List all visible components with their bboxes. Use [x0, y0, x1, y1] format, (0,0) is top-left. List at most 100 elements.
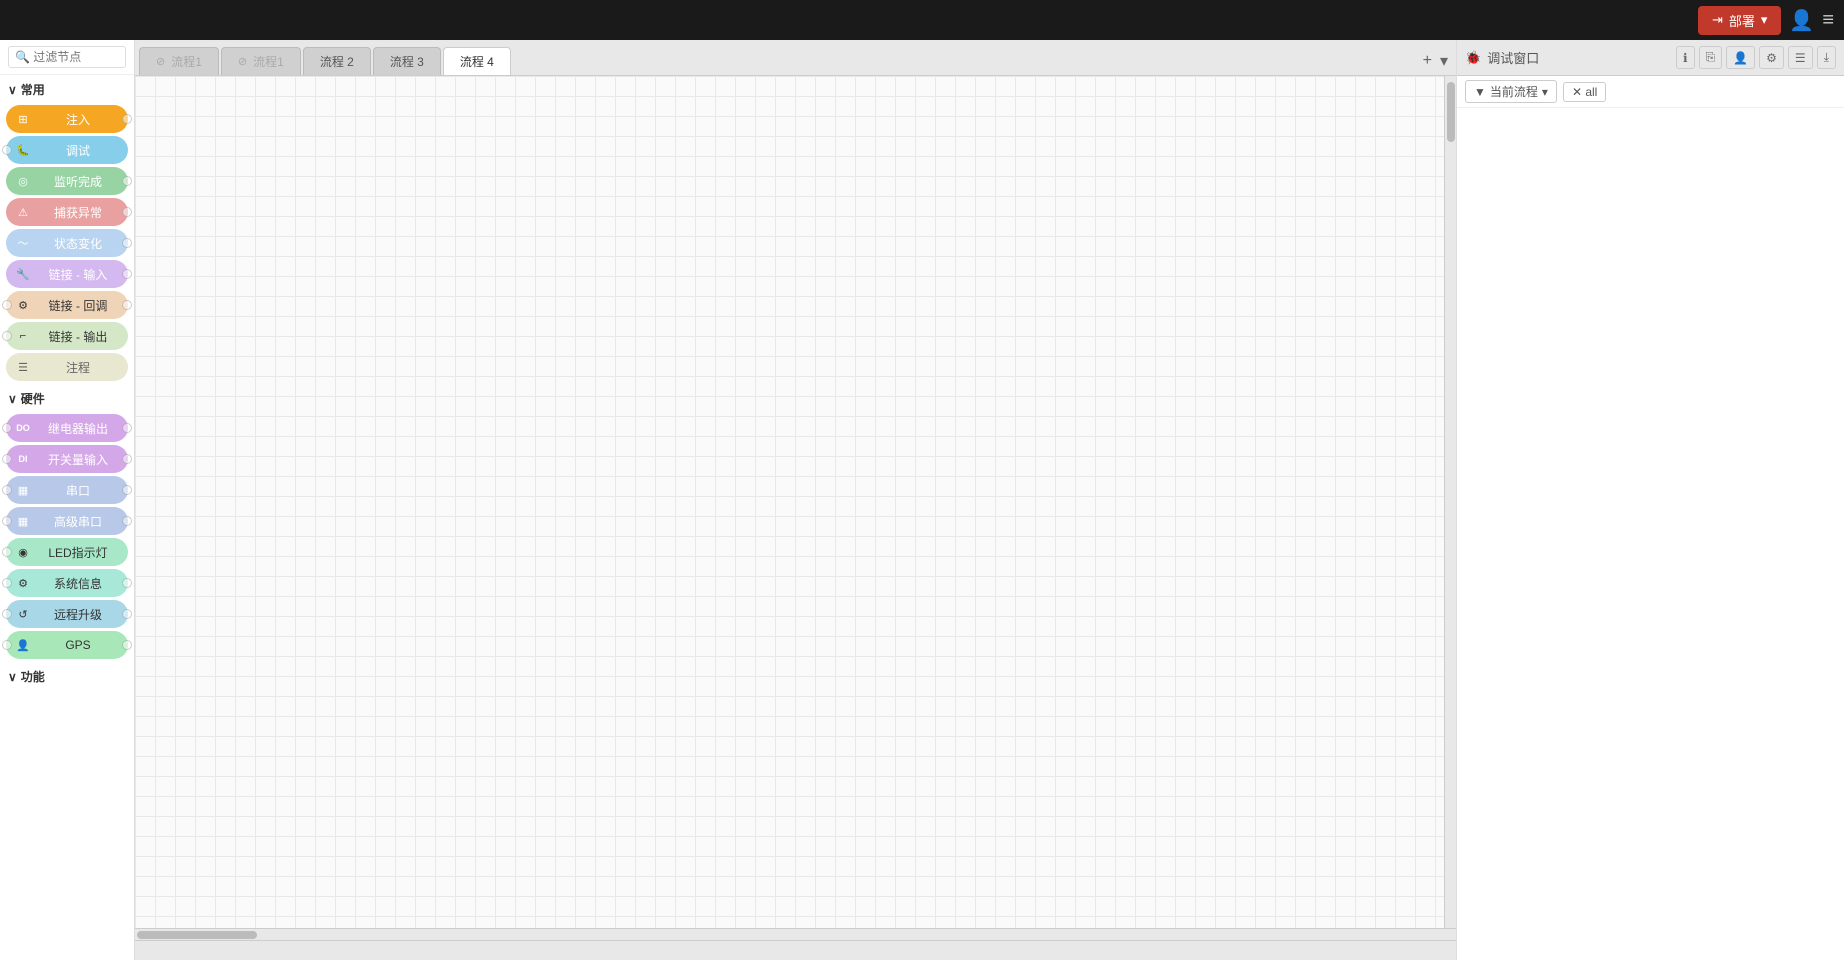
user-icon[interactable]: 👤	[1789, 8, 1814, 33]
link-out-label: 链接 - 输出	[36, 328, 120, 345]
canvas-grid[interactable]	[135, 76, 1456, 928]
catch-label: 捕获异常	[36, 204, 120, 221]
hscroll-thumb	[137, 931, 257, 939]
canvas-scrollbar-h[interactable]	[135, 928, 1456, 940]
section-common[interactable]: ∨ 常用	[0, 75, 134, 102]
more-tabs-button[interactable]: ▾	[1436, 49, 1452, 73]
canvas-vscroll[interactable]	[1444, 76, 1456, 928]
node-inject[interactable]: ⊞ 注入	[6, 105, 128, 133]
panel-list-button[interactable]: ☰	[1788, 46, 1813, 69]
switch-in-label: 开关量输入	[36, 451, 120, 468]
comment-label: 注程	[36, 359, 120, 376]
right-panel-actions: ℹ ⎘ 👤 ⚙ ☰ ⤓	[1676, 46, 1836, 69]
canvas-bottom-bar	[135, 940, 1456, 960]
switch-in-icon: DI	[14, 450, 32, 468]
deploy-label: 部署	[1729, 11, 1755, 30]
relay-port-right	[122, 423, 132, 433]
section-hardware[interactable]: ∨ 硬件	[0, 384, 134, 411]
panel-export-button[interactable]: ⤓	[1817, 46, 1836, 69]
ota-port-left	[2, 609, 12, 619]
node-catch[interactable]: ⚠ 捕获异常	[6, 198, 128, 226]
tab-flow2-label: 流程 2	[320, 53, 354, 70]
deploy-button[interactable]: ⇥ 部署 ▾	[1698, 6, 1781, 35]
sysinfo-port-right	[122, 578, 132, 588]
filter-icon: ▼	[1474, 85, 1486, 99]
panel-settings-button[interactable]: ⚙	[1759, 46, 1784, 69]
switch-in-port-left	[2, 454, 12, 464]
link-out-port-left	[2, 331, 12, 341]
node-serial[interactable]: ▦ 串口	[6, 476, 128, 504]
debug-label: 调试	[36, 142, 120, 159]
tab-flow3[interactable]: 流程 3	[373, 47, 441, 75]
serial-adv-label: 高级串口	[36, 513, 120, 530]
panel-copy-button[interactable]: ⎘	[1699, 46, 1723, 69]
node-relay[interactable]: DO 继电器输出	[6, 414, 128, 442]
collapse-icon-hardware: ∨	[8, 392, 17, 406]
debug-panel-icon: 🐞	[1465, 50, 1481, 66]
complete-port-right	[122, 176, 132, 186]
ota-port-right	[122, 609, 132, 619]
serial-port-left	[2, 485, 12, 495]
node-serial-adv[interactable]: ▦ 高级串口	[6, 507, 128, 535]
node-ota[interactable]: ↺ 远程升级	[6, 600, 128, 628]
link-call-icon: ⚙	[14, 296, 32, 314]
sidebar: ∨ 常用 ⊞ 注入 🐛 调试 ◎ 监听完成 ⚠ 捕获异常	[0, 40, 135, 960]
filter-label: 当前流程	[1490, 83, 1538, 100]
panel-user-button[interactable]: 👤	[1726, 46, 1755, 69]
tab-flow-disabled2[interactable]: ⊘ 流程1	[221, 47, 301, 75]
node-led[interactable]: ◉ LED指示灯	[6, 538, 128, 566]
led-label: LED指示灯	[36, 544, 120, 561]
tab-flow2[interactable]: 流程 2	[303, 47, 371, 75]
menu-icon[interactable]: ≡	[1822, 9, 1834, 32]
collapse-icon-function: ∨	[8, 670, 17, 684]
link-call-label: 链接 - 回调	[36, 297, 120, 314]
node-debug[interactable]: 🐛 调试	[6, 136, 128, 164]
canvas-area: ⊘ 流程1 ⊘ 流程1 流程 2 流程 3 流程 4 + ▾	[135, 40, 1456, 960]
relay-label: 继电器输出	[36, 420, 120, 437]
right-panel-title: 🐞 调试窗口	[1465, 48, 1672, 67]
section-function[interactable]: ∨ 功能	[0, 662, 134, 689]
filter-button[interactable]: ▼ 当前流程 ▾	[1465, 80, 1557, 103]
node-link-out[interactable]: ⌐ 链接 - 输出	[6, 322, 128, 350]
complete-icon: ◎	[14, 172, 32, 190]
node-comment[interactable]: ☰ 注程	[6, 353, 128, 381]
node-status[interactable]: 〜 状态变化	[6, 229, 128, 257]
panel-info-button[interactable]: ℹ	[1676, 46, 1695, 69]
tab-flow4[interactable]: 流程 4	[443, 47, 511, 75]
node-complete[interactable]: ◎ 监听完成	[6, 167, 128, 195]
tab-disabled1-icon: ⊘	[156, 55, 165, 68]
serial-icon: ▦	[14, 481, 32, 499]
node-sysinfo[interactable]: ⚙ 系统信息	[6, 569, 128, 597]
node-switch-in[interactable]: DI 开关量输入	[6, 445, 128, 473]
node-link-call[interactable]: ⚙ 链接 - 回调	[6, 291, 128, 319]
right-panel-toolbar: ▼ 当前流程 ▾ ✕ all	[1457, 76, 1844, 108]
ota-label: 远程升级	[36, 606, 120, 623]
filter-dropdown-icon: ▾	[1542, 85, 1548, 99]
sysinfo-label: 系统信息	[36, 575, 120, 592]
sysinfo-icon: ⚙	[14, 574, 32, 592]
inject-port-right	[122, 114, 132, 124]
canvas-workspace[interactable]	[135, 76, 1456, 928]
link-call-port-right	[122, 300, 132, 310]
status-icon: 〜	[14, 234, 32, 252]
add-tab-button[interactable]: +	[1419, 50, 1436, 72]
section-common-label: 常用	[21, 81, 45, 98]
search-input[interactable]	[8, 46, 126, 68]
serial-adv-port-right	[122, 516, 132, 526]
relay-icon: DO	[14, 419, 32, 437]
gps-port-left	[2, 640, 12, 650]
tab-flow-disabled1[interactable]: ⊘ 流程1	[139, 47, 219, 75]
vscroll-thumb	[1447, 82, 1455, 142]
status-port-right	[122, 238, 132, 248]
debug-icon: 🐛	[14, 141, 32, 159]
clear-button[interactable]: ✕ all	[1563, 82, 1606, 102]
relay-port-left	[2, 423, 12, 433]
node-link-in[interactable]: 🔧 链接 - 输入	[6, 260, 128, 288]
link-in-icon: 🔧	[14, 265, 32, 283]
tab-disabled1-label: 流程1	[171, 53, 202, 70]
node-gps[interactable]: 👤 GPS	[6, 631, 128, 659]
gps-label: GPS	[36, 638, 120, 652]
tab-flow3-label: 流程 3	[390, 53, 424, 70]
link-in-label: 链接 - 输入	[36, 266, 120, 283]
tab-flow4-label: 流程 4	[460, 53, 494, 70]
